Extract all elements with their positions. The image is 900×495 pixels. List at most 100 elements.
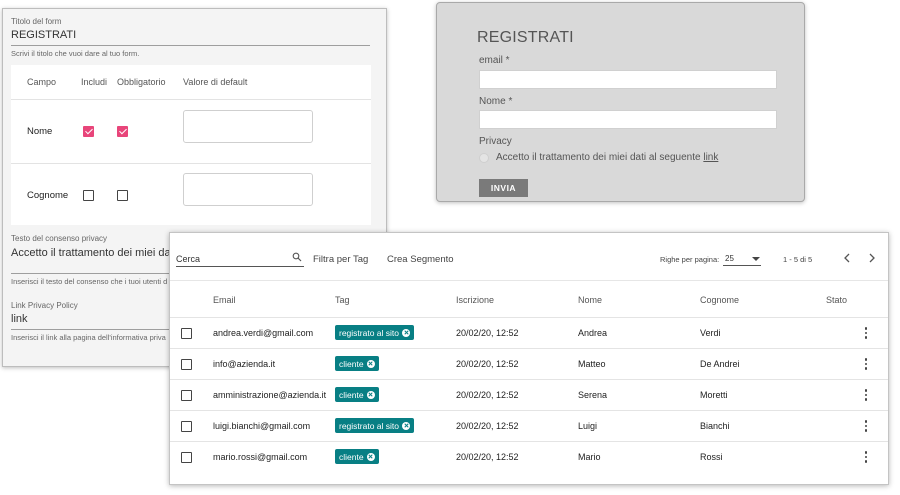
remove-tag-icon[interactable] bbox=[402, 328, 410, 337]
row-last-name: Moretti bbox=[700, 390, 728, 400]
rows-per-page-value: 25 bbox=[725, 254, 734, 263]
tag-badge[interactable]: cliente bbox=[335, 449, 379, 464]
table-row[interactable]: luigi.bianchi@gmail.com registrato al si… bbox=[170, 410, 888, 441]
header-tag[interactable]: Tag bbox=[335, 295, 350, 305]
form-title-field[interactable]: REGISTRATI bbox=[11, 29, 76, 41]
pagination-range: 1 - 5 di 5 bbox=[783, 255, 813, 264]
filter-by-tag-button[interactable]: Filtra per Tag bbox=[313, 254, 368, 265]
privacy-link-field[interactable]: link bbox=[11, 313, 28, 325]
tag-badge[interactable]: registrato al sito bbox=[335, 418, 414, 433]
header-email[interactable]: Email bbox=[213, 295, 236, 305]
consent-text: Accetto il trattamento dei miei dati al … bbox=[496, 152, 701, 163]
row-email: luigi.bianchi@gmail.com bbox=[213, 421, 311, 431]
consent-help: Inserisci il testo del consenso che i tu… bbox=[11, 277, 168, 286]
privacy-consent-text: Accetto il trattamento dei miei dati al … bbox=[496, 152, 718, 163]
row-checkbox[interactable] bbox=[181, 328, 192, 339]
next-page-button[interactable] bbox=[865, 251, 879, 265]
table-row[interactable]: info@azienda.it cliente 20/02/20, 12:52 … bbox=[170, 348, 888, 379]
chevron-left-icon bbox=[844, 253, 850, 263]
row-checkbox[interactable] bbox=[181, 359, 192, 370]
row-email: info@azienda.it bbox=[213, 359, 276, 369]
search-input[interactable] bbox=[176, 251, 286, 266]
header-iscrizione[interactable]: Iscrizione bbox=[456, 295, 494, 305]
search-icon[interactable] bbox=[292, 252, 302, 262]
form-title-help: Scrivi il titolo che vuoi dare al tuo fo… bbox=[11, 49, 140, 58]
more-options-icon[interactable] bbox=[864, 451, 868, 464]
row-first-name: Serena bbox=[578, 390, 608, 400]
default-value-input[interactable] bbox=[183, 173, 313, 206]
search-box bbox=[176, 251, 304, 267]
table-row[interactable]: mario.rossi@gmail.com cliente 20/02/20, … bbox=[170, 441, 888, 472]
email-label: email * bbox=[479, 55, 510, 66]
include-checkbox[interactable] bbox=[83, 190, 94, 201]
row-first-name: Mario bbox=[578, 452, 601, 462]
name-input[interactable] bbox=[479, 110, 777, 129]
row-checkbox[interactable] bbox=[181, 421, 192, 432]
row-last-name: Verdi bbox=[700, 328, 721, 338]
privacy-link-label: Link Privacy Policy bbox=[11, 301, 78, 310]
tag-label: registrato al sito bbox=[339, 327, 399, 338]
col-campo: Campo bbox=[27, 77, 57, 87]
table-toolbar: Filtra per Tag Crea Segmento Righe per p… bbox=[170, 233, 888, 281]
table-row[interactable]: andrea.verdi@gmail.com registrato al sit… bbox=[170, 317, 888, 348]
privacy-link[interactable]: link bbox=[703, 152, 718, 163]
form-title-label: Titolo del form bbox=[11, 17, 62, 26]
required-checkbox[interactable] bbox=[117, 190, 128, 201]
tag-badge[interactable]: cliente bbox=[335, 356, 379, 371]
create-segment-button[interactable]: Crea Segmento bbox=[387, 254, 454, 265]
form-title-underline bbox=[11, 45, 370, 46]
name-label: Nome * bbox=[479, 96, 513, 107]
row-checkbox[interactable] bbox=[181, 390, 192, 401]
row-last-name: Rossi bbox=[700, 452, 723, 462]
email-input[interactable] bbox=[479, 70, 777, 89]
required-checkbox[interactable] bbox=[117, 126, 128, 137]
fields-table: Campo Includi Obbligatorio Valore di def… bbox=[11, 65, 371, 225]
privacy-consent-radio[interactable] bbox=[479, 153, 489, 163]
chevron-right-icon bbox=[869, 253, 875, 263]
rows-per-page-label: Righe per pagina: bbox=[660, 255, 720, 264]
row-first-name: Andrea bbox=[578, 328, 608, 338]
remove-tag-icon[interactable] bbox=[402, 421, 410, 430]
tag-label: cliente bbox=[339, 389, 364, 400]
row-last-name: Bianchi bbox=[700, 421, 730, 431]
privacy-link-help: Inserisci il link alla pagina dell'infor… bbox=[11, 333, 166, 342]
more-options-icon[interactable] bbox=[864, 389, 868, 402]
preview-title: REGISTRATI bbox=[477, 29, 574, 46]
form-preview: REGISTRATI email * Nome * Privacy Accett… bbox=[436, 2, 805, 202]
tag-badge[interactable]: registrato al sito bbox=[335, 325, 414, 340]
privacy-label: Privacy bbox=[479, 136, 512, 147]
rows-per-page-select[interactable]: 25 bbox=[723, 251, 761, 266]
row-date: 20/02/20, 12:52 bbox=[456, 452, 519, 462]
default-value-input[interactable] bbox=[183, 110, 313, 143]
field-row-cognome: Cognome bbox=[11, 163, 371, 225]
more-options-icon[interactable] bbox=[864, 420, 868, 433]
remove-tag-icon[interactable] bbox=[366, 359, 375, 368]
remove-tag-icon[interactable] bbox=[366, 390, 375, 399]
tag-label: cliente bbox=[339, 451, 364, 462]
consent-label: Testo del consenso privacy bbox=[11, 234, 108, 243]
header-cognome[interactable]: Cognome bbox=[700, 295, 739, 305]
prev-page-button[interactable] bbox=[840, 251, 854, 265]
chevron-down-icon bbox=[752, 257, 760, 261]
row-checkbox[interactable] bbox=[181, 452, 192, 463]
row-last-name: De Andrei bbox=[700, 359, 740, 369]
more-options-icon[interactable] bbox=[864, 358, 868, 371]
submit-button[interactable]: INVIA bbox=[479, 179, 528, 197]
more-options-icon[interactable] bbox=[864, 327, 868, 340]
contacts-table-card: Filtra per Tag Crea Segmento Righe per p… bbox=[169, 232, 889, 485]
field-name: Nome bbox=[27, 126, 53, 137]
tag-label: registrato al sito bbox=[339, 420, 399, 431]
tag-label: cliente bbox=[339, 358, 364, 369]
row-date: 20/02/20, 12:52 bbox=[456, 421, 519, 431]
row-email: andrea.verdi@gmail.com bbox=[213, 328, 314, 338]
header-nome[interactable]: Nome bbox=[578, 295, 602, 305]
header-stato[interactable]: Stato bbox=[826, 295, 847, 305]
row-date: 20/02/20, 12:52 bbox=[456, 359, 519, 369]
table-row[interactable]: amministrazione@azienda.it cliente 20/02… bbox=[170, 379, 888, 410]
row-date: 20/02/20, 12:52 bbox=[456, 390, 519, 400]
include-checkbox[interactable] bbox=[83, 126, 94, 137]
consent-field[interactable]: Accetto il trattamento dei miei dati bbox=[11, 247, 176, 259]
tag-badge[interactable]: cliente bbox=[335, 387, 379, 402]
remove-tag-icon[interactable] bbox=[366, 452, 375, 461]
field-row-nome: Nome bbox=[11, 99, 371, 163]
